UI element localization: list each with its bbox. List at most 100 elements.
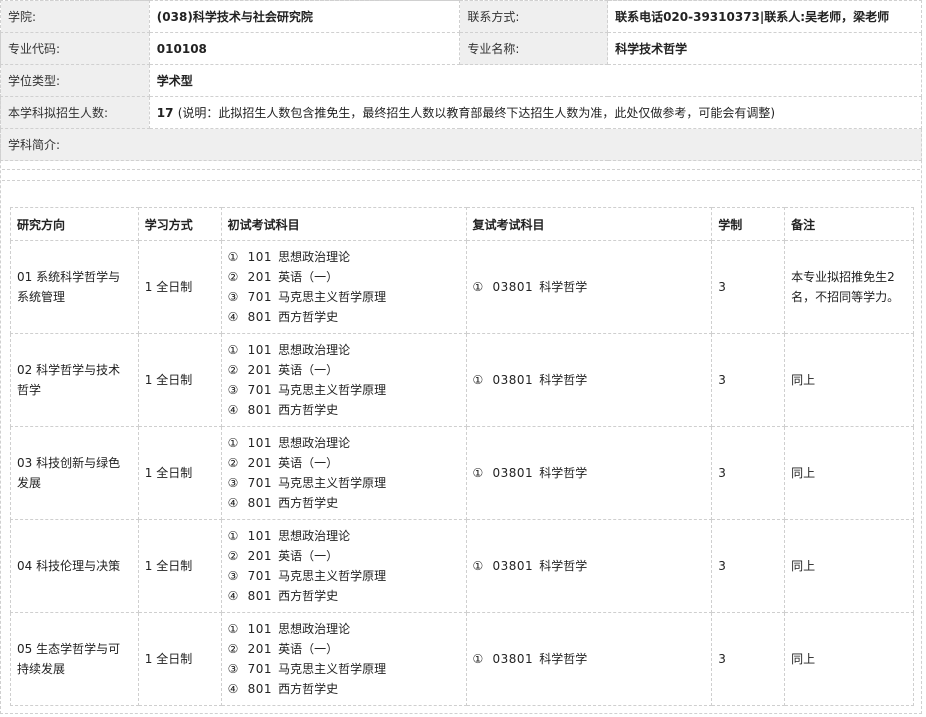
subject-number: ③ xyxy=(227,569,239,583)
college-label: 学院: xyxy=(0,0,150,33)
college-value: (038)科学技术与社会研究院 xyxy=(148,0,461,33)
table-row: 05 生态学哲学与可持续发展 1 全日制 ① 101 思想政治理论 ② 201 英语（一） ③ 7… xyxy=(10,612,914,706)
research-direction: 02 科学哲学与技术哲学 xyxy=(10,333,139,427)
subject-number: ① xyxy=(227,436,239,450)
subject-name: 马克思主义哲学原理 xyxy=(278,290,387,304)
table-row: 04 科技伦理与决策 1 全日制 ① 101 思想政治理论 ② 201 英语（一） ③ 701 马克… xyxy=(10,519,914,613)
info-row-major: 专业代码: 010108 专业名称: 科学技术哲学 xyxy=(0,32,922,65)
subject-code: 701 xyxy=(247,383,273,397)
exam-subject: ③ 701 马克思主义哲学原理 xyxy=(228,473,460,493)
major-code-value: 010108 xyxy=(148,32,461,65)
subject-code: 701 xyxy=(247,290,273,304)
degree-type-label: 学位类型: xyxy=(0,64,150,97)
subject-name: 思想政治理论 xyxy=(278,343,351,357)
enrollment-cell: 17 (说明：此拟招生人数包含推免生，最终招生人数以教育部最终下达招生人数为准，… xyxy=(148,96,923,129)
study-years: 3 xyxy=(711,426,786,520)
table-body: 01 系统科学哲学与系统管理 1 全日制 ① 101 思想政治理论 ② 201 英语（一） ③ 7… xyxy=(10,240,914,706)
subject-name: 西方哲学史 xyxy=(278,682,339,696)
subject-number: ② xyxy=(227,642,239,656)
subject-number: ② xyxy=(227,456,239,470)
subject-name: 英语（一） xyxy=(278,642,339,656)
exam-subject: ① 03801 科学哲学 xyxy=(473,277,706,297)
subject-number: ① xyxy=(472,559,484,573)
exam-subject: ④ 801 西方哲学史 xyxy=(228,493,460,513)
study-mode: 1 全日制 xyxy=(137,240,222,334)
subject-name: 西方哲学史 xyxy=(278,589,339,603)
subject-code: 201 xyxy=(247,270,273,284)
exam-subject: ① 03801 科学哲学 xyxy=(473,556,706,576)
info-row-intro: 学科简介: xyxy=(0,128,922,161)
subject-number: ① xyxy=(472,466,484,480)
subject-name: 马克思主义哲学原理 xyxy=(278,383,387,397)
header-retest-exam: 复试考试科目 xyxy=(465,207,713,241)
study-years: 3 xyxy=(711,240,786,334)
program-info-table: 学院: (038)科学技术与社会研究院 联系方式: 联系电话020-393103… xyxy=(0,0,923,161)
exam-subject: ④ 801 西方哲学史 xyxy=(228,586,460,606)
contact-label: 联系方式: xyxy=(459,0,609,33)
exam-subject: ① 101 思想政治理论 xyxy=(228,340,460,360)
subject-number: ④ xyxy=(227,682,239,696)
exam-subject: ③ 701 马克思主义哲学原理 xyxy=(228,659,460,679)
subject-number: ① xyxy=(227,529,239,543)
subject-code: 801 xyxy=(247,496,273,510)
research-direction: 03 科技创新与绿色发展 xyxy=(10,426,139,520)
subject-code: 201 xyxy=(247,642,273,656)
exam-subject: ④ 801 西方哲学史 xyxy=(228,307,460,327)
subject-name: 思想政治理论 xyxy=(278,436,351,450)
subject-name: 科学哲学 xyxy=(539,280,588,294)
subject-code: 03801 xyxy=(492,373,534,387)
subject-number: ③ xyxy=(227,662,239,676)
exam-subject: ② 201 英语（一） xyxy=(228,639,460,659)
exam-subject: ① 03801 科学哲学 xyxy=(473,463,706,483)
subject-code: 201 xyxy=(247,549,273,563)
research-direction: 05 生态学哲学与可持续发展 xyxy=(10,612,139,706)
subject-name: 思想政治理论 xyxy=(278,529,351,543)
section-divider xyxy=(2,180,920,181)
study-mode: 1 全日制 xyxy=(137,426,222,520)
header-study-mode: 学习方式 xyxy=(137,207,222,241)
table-row: 01 系统科学哲学与系统管理 1 全日制 ① 101 思想政治理论 ② 201 英语（一） ③ 7… xyxy=(10,240,914,334)
enrollment-value: 17 xyxy=(156,106,174,120)
retest-exam-subjects: ① 03801 科学哲学 xyxy=(465,519,713,613)
subject-code: 03801 xyxy=(492,466,534,480)
subject-number: ① xyxy=(227,250,239,264)
initial-exam-subjects: ① 101 思想政治理论 ② 201 英语（一） ③ 701 马克思主义哲学原理 ④ 801 西方哲学… xyxy=(220,426,467,520)
exam-subject: ① 03801 科学哲学 xyxy=(473,649,706,669)
exam-subject: ② 201 英语（一） xyxy=(228,546,460,566)
subject-code: 801 xyxy=(247,589,273,603)
enrollment-note: (说明：此拟招生人数包含推免生，最终招生人数以教育部最终下达招生人数为准，此处仅… xyxy=(177,106,776,120)
exam-subject: ③ 701 马克思主义哲学原理 xyxy=(228,287,460,307)
remark: 同上 xyxy=(784,426,914,520)
exam-subject: ① 03801 科学哲学 xyxy=(473,370,706,390)
study-years: 3 xyxy=(711,612,786,706)
intro-label: 学科简介: xyxy=(0,128,922,161)
exam-subject: ④ 801 西方哲学史 xyxy=(228,400,460,420)
subject-name: 西方哲学史 xyxy=(278,496,339,510)
retest-exam-subjects: ① 03801 科学哲学 xyxy=(465,333,713,427)
subject-number: ① xyxy=(227,343,239,357)
info-row-college: 学院: (038)科学技术与社会研究院 联系方式: 联系电话020-393103… xyxy=(0,0,922,33)
subject-number: ④ xyxy=(227,310,239,324)
subject-code: 03801 xyxy=(492,559,534,573)
exam-subject: ① 101 思想政治理论 xyxy=(228,247,460,267)
contact-value: 联系电话020-39310373|联系人:吴老师，梁老师 xyxy=(607,0,922,33)
header-remark: 备注 xyxy=(784,207,914,241)
subject-code: 101 xyxy=(247,529,273,543)
subject-number: ① xyxy=(472,652,484,666)
subject-number: ④ xyxy=(227,496,239,510)
exam-subject: ① 101 思想政治理论 xyxy=(228,433,460,453)
subject-name: 西方哲学史 xyxy=(278,403,339,417)
initial-exam-subjects: ① 101 思想政治理论 ② 201 英语（一） ③ 701 马克思主义哲学原理 ④ 801 西方哲学… xyxy=(220,612,467,706)
subject-name: 思想政治理论 xyxy=(278,622,351,636)
subject-code: 101 xyxy=(247,622,273,636)
study-mode: 1 全日制 xyxy=(137,519,222,613)
subject-name: 科学哲学 xyxy=(539,373,588,387)
header-direction: 研究方向 xyxy=(10,207,139,241)
subject-name: 马克思主义哲学原理 xyxy=(278,569,387,583)
subject-code: 201 xyxy=(247,363,273,377)
info-row-enrollment: 本学科拟招生人数: 17 (说明：此拟招生人数包含推免生，最终招生人数以教育部最… xyxy=(0,96,923,129)
retest-exam-subjects: ① 03801 科学哲学 xyxy=(465,426,713,520)
subject-name: 马克思主义哲学原理 xyxy=(278,476,387,490)
exam-subject: ② 201 英语（一） xyxy=(228,453,460,473)
exam-subject: ③ 701 马克思主义哲学原理 xyxy=(228,566,460,586)
